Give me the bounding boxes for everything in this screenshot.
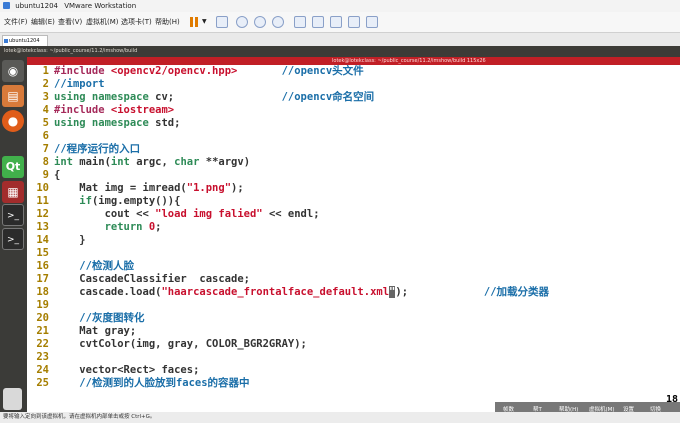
code-line: 21 Mat gray; — [36, 325, 137, 337]
code-line: 15 — [36, 247, 49, 259]
code-line: 16 //检测人脸 — [36, 260, 134, 272]
thumbnail-icon[interactable] — [348, 16, 360, 28]
window-app-title: VMware Workstation — [64, 2, 137, 10]
snapshot-icon[interactable] — [236, 16, 248, 28]
terminal-titlebar: lotek@lotekclass: ~/public_course/11.2/i… — [27, 57, 680, 65]
qt-creator-icon[interactable]: Qt — [2, 156, 24, 178]
code-line: 6 — [42, 130, 49, 142]
menu-view[interactable]: 查看(V) — [58, 12, 82, 32]
menu-vm[interactable]: 虚拟机(M) — [86, 12, 119, 32]
code-line: 11 if(img.empty()){ — [36, 195, 181, 207]
vm-tab-bar: ubuntu1204 — [0, 33, 680, 47]
code-line: 8 int main(int argc, char **argv) — [42, 156, 251, 168]
manage-snapshots-icon[interactable] — [272, 16, 284, 28]
window-titlebar: ubuntu1204 VMware Workstation — [0, 0, 680, 12]
vm-tab-label: ubuntu1204 — [9, 38, 40, 44]
code-line: 5 using namespace std; — [42, 117, 181, 129]
unity-top-panel: lotek@lotekclass: ~/public_course/11.2/i… — [0, 46, 680, 57]
menu-edit[interactable]: 编辑(E) — [31, 12, 55, 32]
unity-icon[interactable] — [312, 16, 324, 28]
text-cursor: " — [389, 286, 396, 298]
trash-icon[interactable] — [3, 388, 22, 410]
dropdown-icon[interactable]: ▼ — [202, 12, 207, 32]
dash-home-icon[interactable]: ◉ — [2, 60, 24, 82]
code-line: 9{ — [42, 169, 61, 181]
unity-window-title: lotek@lotekclass: ~/public_course/11.2/i… — [4, 48, 138, 54]
menu-file[interactable]: 文件(F) — [4, 12, 28, 32]
code-line: 18 cascade.load("haarcascade_frontalface… — [36, 286, 550, 298]
menu-tabs[interactable]: 选项卡(T) — [121, 12, 152, 32]
code-line: 23 — [36, 351, 49, 363]
code-line: 22 cvtColor(img, gray, COLOR_BGR2GRAY); — [36, 338, 307, 350]
terminal-2-icon[interactable]: >_ — [2, 228, 24, 250]
code-editor[interactable]: 1 #include <opencv2/opencv.hpp> //opencv头… — [27, 65, 680, 412]
code-line: 14 } — [36, 234, 86, 246]
code-line: 13 return 0; — [36, 221, 162, 233]
settings-icon[interactable] — [366, 16, 378, 28]
console-view-icon[interactable] — [330, 16, 342, 28]
vm-tab[interactable]: ubuntu1204 — [2, 35, 48, 46]
code-line: 17 CascadeClassifier cascade; — [36, 273, 250, 285]
menu-bar: 文件(F) 编辑(E) 查看(V) 虚拟机(M) 选项卡(T) 帮助(H) ▼ — [0, 12, 680, 33]
code-line: 19 — [36, 299, 49, 311]
full-screen-icon[interactable] — [294, 16, 306, 28]
terminal-title: lotek@lotekclass: ~/public_course/11.2/i… — [332, 58, 486, 64]
code-line: 2//import — [42, 78, 105, 90]
send-keys-icon[interactable] — [216, 16, 228, 28]
vm-tab-icon — [4, 39, 8, 43]
code-line: 1 #include <opencv2/opencv.hpp> //opencv头… — [42, 65, 364, 77]
status-text: 要将输入定向到该虚拟机，请在虚拟机内部单击或按 Ctrl+G。 — [3, 414, 156, 420]
code-line: 10 Mat img = imread("1.png"); — [36, 182, 244, 194]
revert-snapshot-icon[interactable] — [254, 16, 266, 28]
code-line: 20 //灰度图转化 — [36, 312, 145, 324]
files-icon[interactable]: ▤ — [2, 85, 24, 107]
terminal-icon[interactable]: >_ — [2, 204, 24, 226]
code-line: 24 vector<Rect> faces; — [36, 364, 200, 376]
code-line: 25 //检测到的人脸放到faces的容器中 — [36, 377, 250, 389]
unity-launcher: ◉ ▤ ● Qt ▦ >_ >_ — [0, 57, 27, 412]
app-icon[interactable]: ▦ — [2, 181, 24, 203]
code-line: 12 cout << "load img falied" << endl; — [36, 208, 320, 220]
code-line: 3 using namespace cv; //opencv命名空间 — [42, 91, 375, 103]
menu-help[interactable]: 帮助(H) — [155, 12, 180, 32]
vmware-app-icon — [3, 2, 10, 9]
firefox-icon[interactable]: ● — [2, 110, 24, 132]
code-line: 7//程序运行的入口 — [42, 143, 141, 155]
status-bar: 要将输入定向到该虚拟机，请在虚拟机内部单击或按 Ctrl+G。 — [0, 412, 680, 423]
code-line: 4 #include <iostream> — [42, 104, 175, 116]
window-tab-title: ubuntu1204 — [15, 2, 58, 10]
pause-icon[interactable] — [188, 16, 200, 28]
